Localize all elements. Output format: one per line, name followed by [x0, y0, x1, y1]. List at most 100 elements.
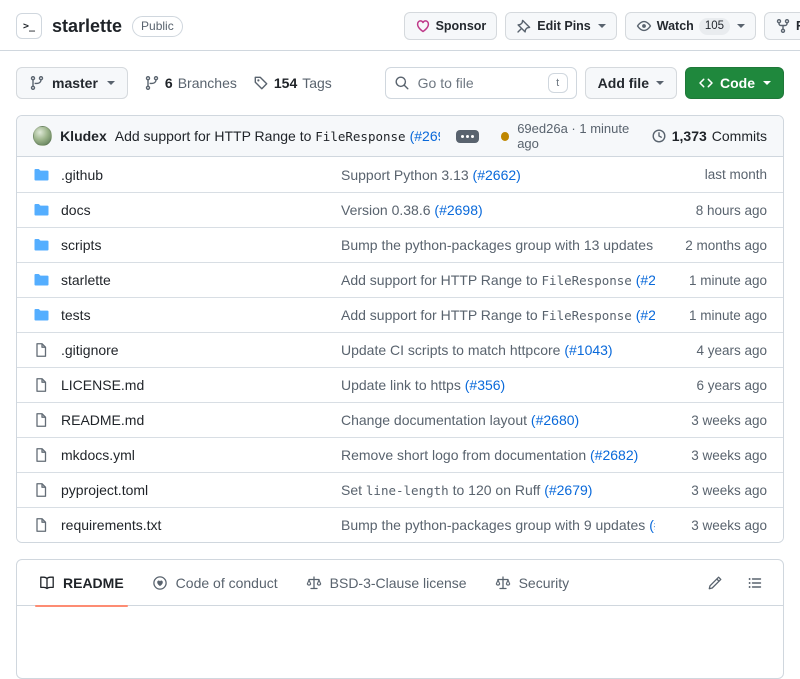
kebab-icon[interactable] — [456, 130, 479, 143]
tab-code-of-conduct[interactable]: Code of conduct — [142, 560, 288, 606]
branches-link[interactable]: 6 Branches — [144, 75, 237, 91]
toolbar-right: t Add file Code — [385, 67, 784, 99]
branch-selector[interactable]: master — [16, 67, 128, 99]
book-icon — [39, 575, 55, 591]
file-name-link[interactable]: scripts — [61, 237, 101, 253]
conduct-icon — [152, 575, 168, 591]
goto-file-box: t — [385, 67, 577, 99]
folder-icon — [33, 202, 49, 218]
table-row: pyproject.toml Set line-length to 120 on… — [17, 472, 783, 507]
readme-actions — [703, 571, 775, 595]
commit-message-link[interactable]: Version 0.38.6 — [341, 202, 434, 218]
issue-link[interactable]: (#2680) — [531, 412, 579, 428]
issue-link[interactable]: (#2698) — [434, 202, 482, 218]
commit-date: 1 minute ago — [655, 273, 767, 288]
goto-file-input[interactable] — [416, 74, 542, 92]
code-button[interactable]: Code — [685, 67, 784, 99]
chevron-down-icon — [656, 81, 664, 85]
file-icon — [33, 412, 49, 428]
issue-link[interactable]: (#356) — [465, 377, 505, 393]
file-name-link[interactable]: README.md — [61, 412, 144, 428]
tab-security[interactable]: Security — [485, 560, 580, 606]
issue-link[interactable]: (#2662) — [473, 167, 521, 183]
file-name-link[interactable]: requirements.txt — [61, 517, 161, 533]
law-icon — [495, 575, 511, 591]
commits-count: 1,373 — [672, 128, 707, 144]
issue-link[interactable]: (#2697) — [636, 307, 655, 323]
commit-message-link[interactable]: Add support for HTTP Range to FileRespon… — [341, 272, 636, 288]
issue-link[interactable]: (#2697) — [636, 272, 655, 288]
file-name-cell: tests — [33, 307, 341, 323]
tags-link[interactable]: 154 Tags — [253, 75, 332, 91]
status-pending-dot[interactable] — [501, 132, 510, 141]
commit-message-link[interactable]: Bump the python-packages group with 9 up… — [341, 517, 649, 533]
tags-label: Tags — [302, 75, 332, 91]
commit-date: 8 hours ago — [655, 203, 767, 218]
file-name-cell: README.md — [33, 412, 341, 428]
commit-message-link[interactable]: Update link to https — [341, 377, 465, 393]
table-row: requirements.txt Bump the python-package… — [17, 507, 783, 542]
issue-link[interactable]: (#1043) — [564, 342, 612, 358]
sponsor-button[interactable]: Sponsor — [404, 12, 498, 40]
commit-message-link[interactable]: Add support for HTTP Range to FileRespon… — [341, 307, 636, 323]
file-name-link[interactable]: pyproject.toml — [61, 482, 148, 498]
file-name-link[interactable]: tests — [61, 307, 91, 323]
repo-title-link[interactable]: starlette — [52, 16, 122, 37]
readme-tab-bar: README Code of conduct BSD-3-Clause lice… — [17, 560, 783, 606]
commit-sha-time[interactable]: 69ed26a · 1 minute ago — [517, 121, 641, 151]
commit-date: 2 months ago — [655, 238, 767, 253]
file-icon — [33, 342, 49, 358]
tab-license[interactable]: BSD-3-Clause license — [296, 560, 477, 606]
avatar[interactable] — [33, 126, 52, 146]
code-icon — [698, 75, 714, 91]
issue-link[interactable]: (#2697) — [410, 128, 440, 144]
commit-message-link[interactable]: Set line-length to 120 on Ruff — [341, 482, 544, 498]
file-name-cell: mkdocs.yml — [33, 447, 341, 463]
branch-name: master — [52, 75, 98, 91]
edit-pins-button[interactable]: Edit Pins — [505, 12, 616, 40]
commit-author-link[interactable]: Kludex — [60, 128, 107, 144]
shortcut-key-badge: t — [548, 73, 568, 93]
file-browser: Kludex Add support for HTTP Range to Fil… — [16, 115, 784, 543]
add-file-button[interactable]: Add file — [585, 67, 677, 99]
issue-link[interactable]: (#2679) — [544, 482, 592, 498]
watch-button[interactable]: Watch 105 — [625, 12, 756, 40]
commit-message-link[interactable]: Change documentation layout — [341, 412, 531, 428]
commit-message-cell: Update CI scripts to match httpcore (#10… — [341, 342, 655, 358]
table-row: .github Support Python 3.13 (#2662) last… — [17, 157, 783, 192]
commit-message-link[interactable]: Bump the python-packages group with 13 u… — [341, 237, 655, 253]
commit-date: 1 minute ago — [655, 308, 767, 323]
file-name-link[interactable]: .github — [61, 167, 103, 183]
file-name-cell: LICENSE.md — [33, 377, 341, 393]
file-name-link[interactable]: docs — [61, 202, 91, 218]
file-name-link[interactable]: LICENSE.md — [61, 377, 144, 393]
issue-link[interactable]: (#2682) — [590, 447, 638, 463]
file-name-link[interactable]: starlette — [61, 272, 111, 288]
commit-message-link[interactable]: Support Python 3.13 — [341, 167, 473, 183]
tab-readme[interactable]: README — [29, 560, 134, 606]
tab-code-of-conduct-label: Code of conduct — [176, 575, 278, 591]
fork-icon — [775, 18, 791, 34]
file-name-cell: scripts — [33, 237, 341, 253]
file-name-link[interactable]: .gitignore — [61, 342, 119, 358]
commit-message-link[interactable]: Update CI scripts to match httpcore — [341, 342, 564, 358]
file-name-cell: pyproject.toml — [33, 482, 341, 498]
repo-header-left: >_ starlette Public — [16, 13, 183, 39]
file-name-link[interactable]: mkdocs.yml — [61, 447, 135, 463]
commit-message-cell: Remove short logo from documentation (#2… — [341, 447, 655, 463]
commit-message-link[interactable]: Add support for HTTP Range to — [115, 128, 316, 144]
pencil-icon[interactable] — [703, 571, 727, 595]
commit-date: 4 years ago — [655, 343, 767, 358]
commit-date: 3 weeks ago — [655, 413, 767, 428]
commit-history-link[interactable]: 1,373 Commits — [651, 128, 767, 144]
heart-icon — [415, 18, 431, 34]
commit-message-cell: Add support for HTTP Range to FileRespon… — [341, 272, 655, 288]
list-icon[interactable] — [743, 571, 767, 595]
commits-label: Commits — [712, 128, 767, 144]
commit-message-link[interactable]: Remove short logo from documentation — [341, 447, 590, 463]
file-icon — [33, 482, 49, 498]
table-row: LICENSE.md Update link to https (#356) 6… — [17, 367, 783, 402]
repo-avatar[interactable]: >_ — [16, 13, 42, 39]
fork-button[interactable]: Fork — [764, 12, 800, 40]
commit-message: Add support for HTTP Range to FileRespon… — [115, 128, 440, 144]
